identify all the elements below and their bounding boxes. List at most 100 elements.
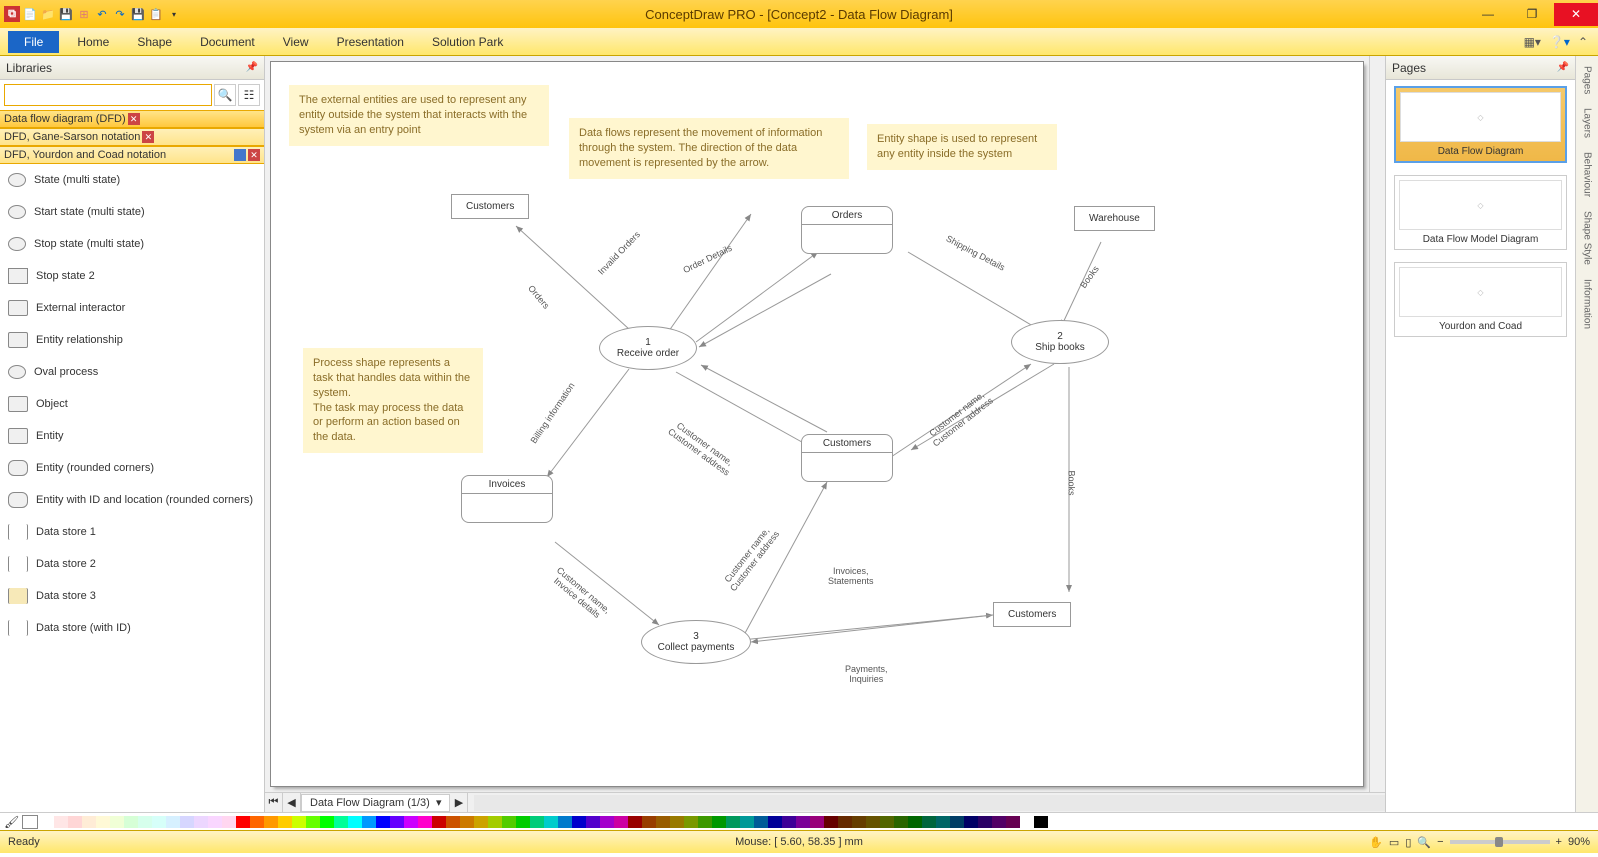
minimize-button[interactable]: — [1466, 3, 1510, 26]
fit-page-icon[interactable]: ▭ [1389, 836, 1399, 849]
color-swatch[interactable] [40, 816, 54, 828]
close-button[interactable]: ✕ [1554, 3, 1598, 26]
page-tab-current[interactable]: Data Flow Diagram (1/3) ▾ [301, 794, 450, 812]
page-thumb-2[interactable]: ◇ Data Flow Model Diagram [1394, 175, 1567, 250]
color-swatch[interactable] [950, 816, 964, 828]
color-swatch[interactable] [684, 816, 698, 828]
color-swatch[interactable] [656, 816, 670, 828]
color-swatch[interactable] [488, 816, 502, 828]
process-collect-payments[interactable]: 3Collect payments [641, 620, 751, 664]
color-swatch[interactable] [670, 816, 684, 828]
color-swatch[interactable] [908, 816, 922, 828]
lib-item-oval-process[interactable]: Oval process [0, 356, 264, 388]
color-swatch[interactable] [810, 816, 824, 828]
color-swatch[interactable] [726, 816, 740, 828]
lib-group-gane-sarson[interactable]: DFD, Gane-Sarson notation ✕ [0, 128, 264, 146]
color-swatch[interactable] [68, 816, 82, 828]
solution-park-menu[interactable]: Solution Park [418, 28, 517, 56]
zoom-select-icon[interactable]: 🔍 [1417, 836, 1431, 849]
home-menu[interactable]: Home [63, 28, 123, 56]
close-lib-icon[interactable]: ✕ [142, 131, 154, 143]
new-icon[interactable]: 📄 [22, 6, 38, 22]
color-swatch[interactable] [544, 816, 558, 828]
color-swatch[interactable] [838, 816, 852, 828]
side-tab-behaviour[interactable]: Behaviour [1580, 146, 1595, 203]
color-swatch[interactable] [796, 816, 810, 828]
color-swatch[interactable] [936, 816, 950, 828]
layout-icon[interactable]: ▦▾ [1524, 35, 1541, 49]
fill-tool-icon[interactable]: 🖌 [4, 815, 20, 829]
color-swatch[interactable] [978, 816, 992, 828]
color-swatch[interactable] [992, 816, 1006, 828]
lib-item-start-state[interactable]: Start state (multi state) [0, 196, 264, 228]
color-swatch[interactable] [866, 816, 880, 828]
document-menu[interactable]: Document [186, 28, 269, 56]
side-tab-information[interactable]: Information [1580, 273, 1595, 335]
help-icon[interactable]: ❔▾ [1549, 35, 1570, 49]
color-swatch[interactable] [96, 816, 110, 828]
entity-warehouse[interactable]: Warehouse [1074, 206, 1155, 231]
color-swatch[interactable] [824, 816, 838, 828]
color-swatch[interactable] [348, 816, 362, 828]
color-swatch[interactable] [1020, 816, 1034, 828]
side-tab-pages[interactable]: Pages [1580, 60, 1595, 100]
restore-button[interactable]: ❐ [1510, 3, 1554, 26]
save-lib-icon[interactable] [234, 149, 246, 161]
datastore-orders[interactable]: Orders [801, 206, 893, 254]
color-swatch[interactable] [138, 816, 152, 828]
open-icon[interactable]: 📁 [40, 6, 56, 22]
entity-customers-top[interactable]: Customers [451, 194, 529, 219]
process-ship-books[interactable]: 2Ship books [1011, 320, 1109, 364]
page-thumb-1[interactable]: ◇ Data Flow Diagram [1394, 86, 1567, 163]
color-swatch[interactable] [964, 816, 978, 828]
lib-item-stop-state-2[interactable]: Stop state 2 [0, 260, 264, 292]
export-icon[interactable]: 📋 [148, 6, 164, 22]
lib-item-external-interactor[interactable]: External interactor [0, 292, 264, 324]
datastore-invoices[interactable]: Invoices [461, 475, 553, 523]
no-fill-icon[interactable] [22, 815, 38, 829]
color-swatch[interactable] [642, 816, 656, 828]
color-swatch[interactable] [740, 816, 754, 828]
color-swatch[interactable] [628, 816, 642, 828]
color-swatch[interactable] [278, 816, 292, 828]
color-swatch[interactable] [82, 816, 96, 828]
color-swatch[interactable] [614, 816, 628, 828]
search-button[interactable]: 🔍 [214, 84, 236, 106]
color-swatch[interactable] [110, 816, 124, 828]
color-swatch[interactable] [698, 816, 712, 828]
lib-item-object[interactable]: Object [0, 388, 264, 420]
side-tab-layers[interactable]: Layers [1580, 102, 1595, 144]
redo-icon[interactable]: ↷ [112, 6, 128, 22]
save2-icon[interactable]: 💾 [130, 6, 146, 22]
close-lib-icon[interactable]: ✕ [248, 149, 260, 161]
color-swatch[interactable] [530, 816, 544, 828]
presentation-menu[interactable]: Presentation [323, 28, 418, 56]
diagram-canvas[interactable]: The external entities are used to repres… [271, 62, 1363, 786]
lib-item-entity-rounded[interactable]: Entity (rounded corners) [0, 452, 264, 484]
color-swatch[interactable] [432, 816, 446, 828]
color-swatch[interactable] [306, 816, 320, 828]
color-swatch[interactable] [768, 816, 782, 828]
color-swatch[interactable] [376, 816, 390, 828]
color-swatch[interactable] [1034, 816, 1048, 828]
library-options-button[interactable]: ☷ [238, 84, 260, 106]
color-swatch[interactable] [180, 816, 194, 828]
pin-icon[interactable]: 📌 [246, 62, 258, 73]
close-lib-icon[interactable]: ✕ [128, 113, 140, 125]
grid-icon[interactable]: ⊞ [76, 6, 92, 22]
fit-width-icon[interactable]: ▯ [1405, 836, 1411, 849]
color-swatch[interactable] [474, 816, 488, 828]
file-menu[interactable]: File [8, 31, 59, 53]
color-swatch[interactable] [418, 816, 432, 828]
hand-tool-icon[interactable]: ✋ [1369, 836, 1383, 849]
side-tab-shape-style[interactable]: Shape Style [1580, 205, 1595, 271]
vertical-scrollbar[interactable] [1369, 56, 1385, 792]
page-tab-first[interactable]: ⏮ [265, 793, 283, 812]
zoom-slider[interactable] [1450, 840, 1550, 844]
lib-item-entity[interactable]: Entity [0, 420, 264, 452]
undo-icon[interactable]: ↶ [94, 6, 110, 22]
color-swatch[interactable] [754, 816, 768, 828]
pin-icon[interactable]: 📌 [1557, 62, 1569, 73]
color-swatch[interactable] [1006, 816, 1020, 828]
lib-item-stop-state[interactable]: Stop state (multi state) [0, 228, 264, 260]
